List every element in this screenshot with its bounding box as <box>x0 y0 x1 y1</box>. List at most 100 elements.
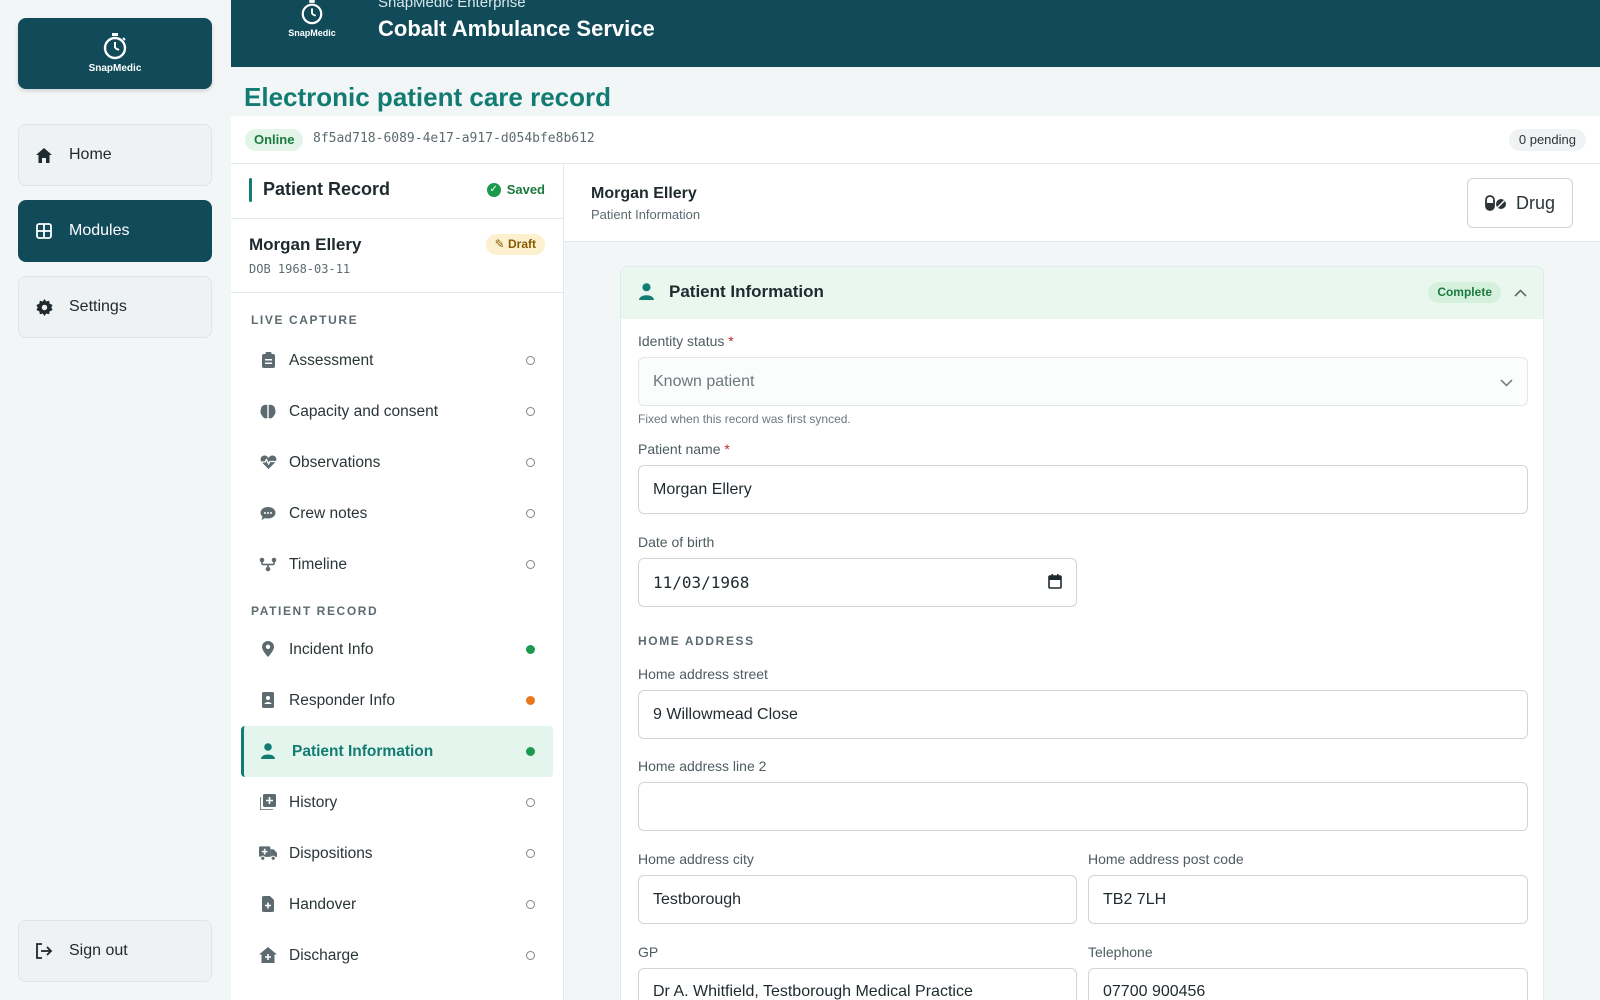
nav-modules-label: Modules <box>69 222 130 239</box>
accent-bar <box>249 178 252 202</box>
ambulance-icon <box>259 844 277 862</box>
calendar-icon[interactable] <box>1048 574 1062 593</box>
nav-item-history[interactable]: History <box>231 777 563 828</box>
nav-item-label: Incident Info <box>289 640 374 658</box>
identity-status-value: Known patient <box>653 372 755 390</box>
sign-out-button[interactable]: Sign out <box>18 920 212 982</box>
live-capture-heading: LIVE CAPTURE <box>251 313 359 327</box>
house-medical-icon <box>259 946 277 964</box>
status-bar: Online 8f5ad718-6089-4e17-a917-d054bfe8b… <box>231 116 1600 164</box>
drug-button[interactable]: Drug <box>1467 178 1573 228</box>
card-header[interactable]: Patient Information Complete <box>621 267 1543 319</box>
patient-information-card: Patient Information Complete Identity st… <box>620 266 1544 1000</box>
nav-settings-label: Settings <box>69 298 127 315</box>
record-navigation: Patient Record ✓ Saved Morgan Ellery DOB… <box>231 164 564 1000</box>
home-postcode-label: Home address post code <box>1088 851 1244 867</box>
history-icon <box>259 793 277 811</box>
status-indicator-complete <box>526 747 535 756</box>
nav-item-incident-info[interactable]: Incident Info <box>231 624 563 675</box>
header-logo: SnapMedic <box>284 0 340 40</box>
header-subtitle: SnapMedic Enterprise <box>378 0 526 11</box>
nav-item-observations[interactable]: Observations <box>231 437 563 488</box>
nav-item-discharge[interactable]: Discharge <box>231 930 563 981</box>
nav-item-patient-information[interactable]: Patient Information <box>241 726 553 777</box>
app-header: SnapMedic SnapMedic Enterprise Cobalt Am… <box>231 0 1600 67</box>
status-indicator-warning <box>526 696 535 705</box>
brain-icon <box>259 402 277 420</box>
main-content: Morgan Ellery Patient Information Drug P… <box>564 164 1600 1000</box>
nav-item-label: Handover <box>289 895 357 913</box>
timeline-icon <box>259 555 277 573</box>
online-status-badge: Online <box>245 129 304 151</box>
status-indicator-empty <box>526 407 535 416</box>
draft-badge: ✎ Draft <box>485 234 545 255</box>
nav-item-label: History <box>289 793 338 811</box>
home-street-input[interactable]: 9 Willowmead Close <box>638 690 1528 739</box>
section-patient-name: Morgan Ellery <box>591 185 697 202</box>
home-city-value: Testborough <box>653 890 742 908</box>
status-indicator-empty <box>526 849 535 858</box>
home-address-heading: HOME ADDRESS <box>638 634 755 648</box>
status-indicator-empty <box>526 798 535 807</box>
home-postcode-input[interactable]: TB2 7LH <box>1088 875 1528 924</box>
check-circle-icon: ✓ <box>486 182 501 197</box>
nav-item-handover[interactable]: Handover <box>231 879 563 930</box>
nav-home-label: Home <box>69 146 112 163</box>
patient-dob: DOB 1968-03-11 <box>249 262 351 276</box>
nav-item-label: Patient Information <box>292 742 434 760</box>
nav-item-label: Crew notes <box>289 504 368 522</box>
home-line2-input[interactable] <box>638 782 1528 831</box>
date-of-birth-value: 11/03/1968 <box>653 573 750 592</box>
chevron-up-icon[interactable] <box>1514 284 1527 302</box>
pending-sync-badge: 0 pending <box>1508 129 1586 151</box>
pills-icon <box>1485 195 1507 211</box>
house-icon <box>33 144 55 166</box>
status-indicator-empty <box>526 509 535 518</box>
left-navigation: SnapMedic Home Modules Settings Sign out <box>0 0 231 1000</box>
nav-modules-button[interactable]: Modules <box>18 200 212 262</box>
nav-item-crew-notes[interactable]: Crew notes <box>231 488 563 539</box>
patient-name-label: Patient name * <box>638 441 730 457</box>
chevron-down-icon <box>1500 374 1513 392</box>
app-logo[interactable]: SnapMedic <box>18 18 212 89</box>
section-header: Morgan Ellery Patient Information Drug <box>564 164 1600 242</box>
clipboard-icon <box>259 351 277 369</box>
pencil-icon: ✎ <box>494 237 505 251</box>
gp-label: GP <box>638 944 659 960</box>
gp-input[interactable]: Dr A. Whitfield, Testborough Medical Pra… <box>638 968 1077 1000</box>
home-city-input[interactable]: Testborough <box>638 875 1077 924</box>
nav-item-responder-info[interactable]: Responder Info <box>231 675 563 726</box>
telephone-label: Telephone <box>1088 944 1153 960</box>
nav-item-label: Discharge <box>289 946 359 964</box>
patient-name-value: Morgan Ellery <box>653 480 752 498</box>
saved-status: ✓ Saved <box>486 182 545 197</box>
person-icon <box>639 283 654 305</box>
person-icon <box>259 742 277 760</box>
saved-label: Saved <box>506 182 545 197</box>
telephone-value: 07700 900456 <box>1103 983 1206 1000</box>
nav-item-dispositions[interactable]: Dispositions <box>231 828 563 879</box>
nav-home-button[interactable]: Home <box>18 124 212 186</box>
sign-out-icon <box>33 940 55 962</box>
nav-item-label: Observations <box>289 453 381 471</box>
identity-status-select[interactable]: Known patient <box>638 357 1528 406</box>
telephone-input[interactable]: 07700 900456 <box>1088 968 1528 1000</box>
nav-settings-button[interactable]: Settings <box>18 276 212 338</box>
status-indicator-empty <box>526 356 535 365</box>
date-of-birth-input[interactable]: 11/03/1968 <box>638 558 1077 607</box>
header-title: Cobalt Ambulance Service <box>378 16 655 41</box>
status-indicator-empty <box>526 900 535 909</box>
card-title: Patient Information <box>669 282 824 301</box>
file-plus-icon <box>259 895 277 913</box>
patient-name: Morgan Ellery <box>249 235 362 254</box>
nav-item-assessment[interactable]: Assessment <box>231 335 563 386</box>
nav-item-timeline[interactable]: Timeline <box>231 539 563 590</box>
nav-item-capacity-consent[interactable]: Capacity and consent <box>231 386 563 437</box>
date-of-birth-label: Date of birth <box>638 534 715 550</box>
home-street-value: 9 Willowmead Close <box>653 705 798 723</box>
record-id: 8f5ad718-6089-4e17-a917-d054bfe8b612 <box>313 131 595 146</box>
status-indicator-complete <box>526 645 535 654</box>
patient-name-input[interactable]: Morgan Ellery <box>638 465 1528 514</box>
home-city-label: Home address city <box>638 851 754 867</box>
identity-status-label: Identity status * <box>638 333 734 349</box>
